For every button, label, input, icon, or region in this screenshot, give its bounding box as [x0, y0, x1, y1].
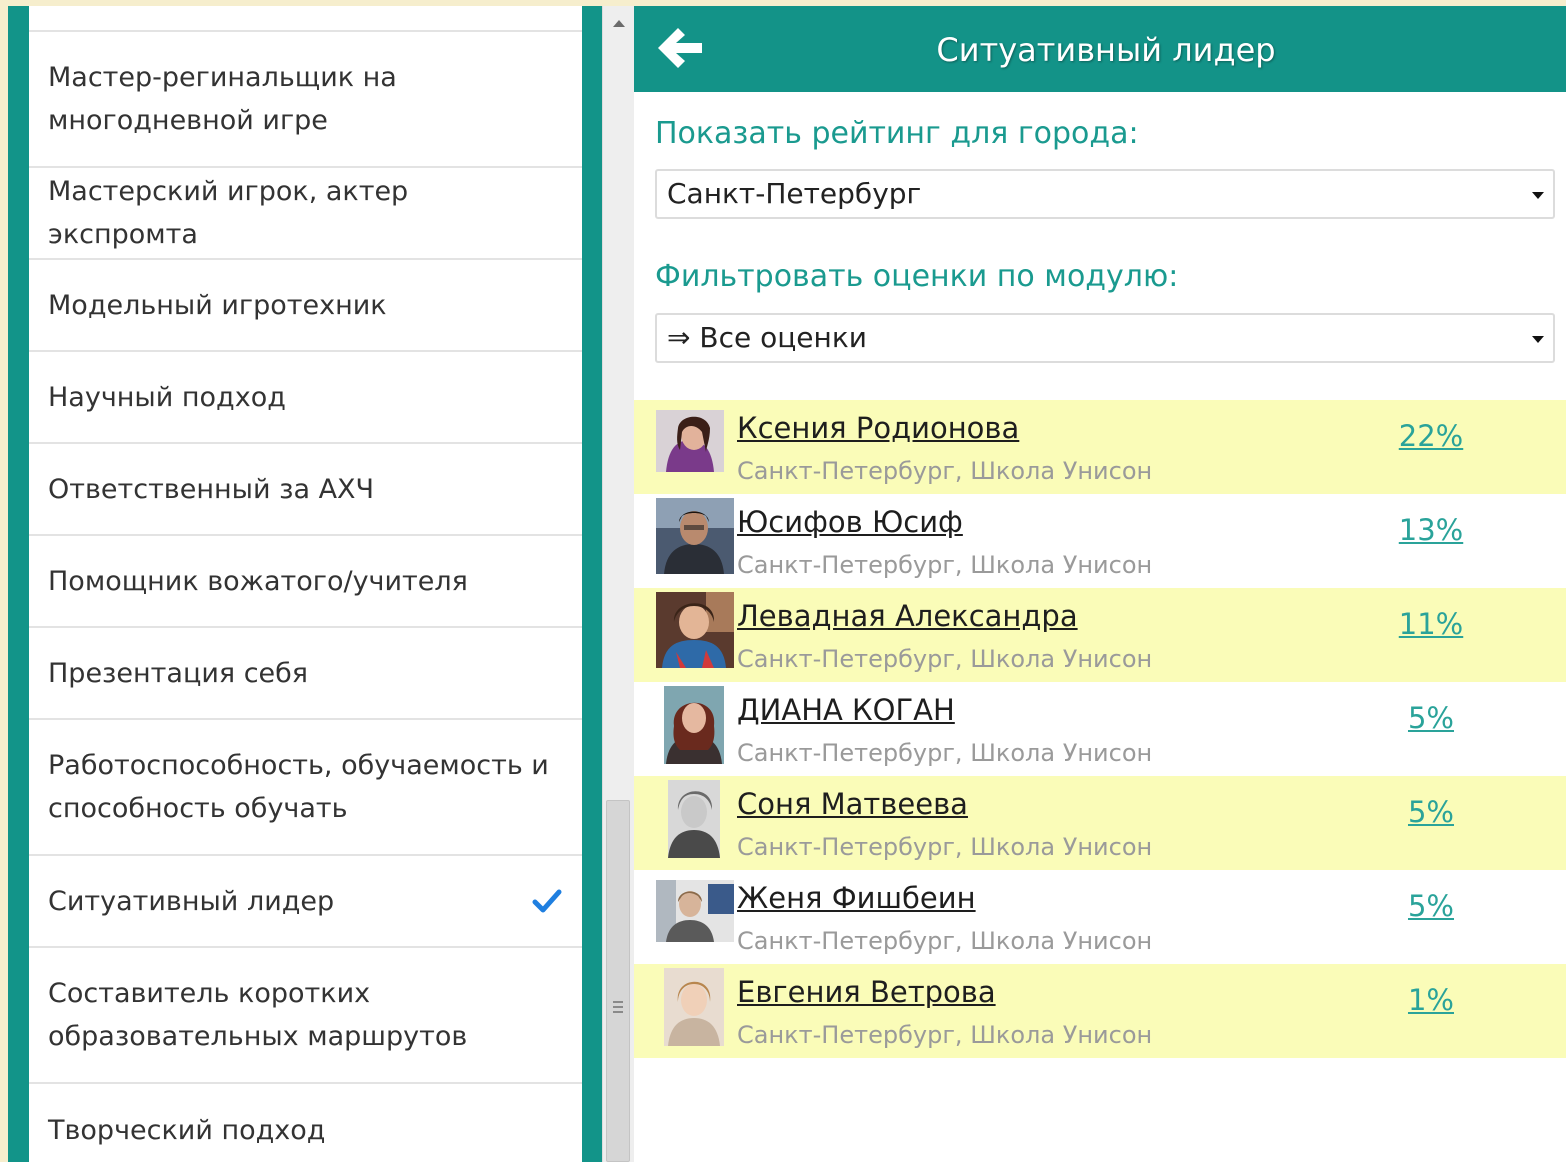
sidebar-item-label: Помощник вожатого/учителя — [48, 565, 468, 597]
person-name-link[interactable]: Юсифов Юсиф — [737, 504, 963, 540]
caret-down-icon — [1532, 192, 1544, 199]
rating-row: Евгения Ветрова Санкт-Петербург, Школа У… — [634, 964, 1566, 1058]
rating-list: Ксения Родионова Санкт-Петербург, Школа … — [634, 400, 1566, 1058]
sidebar-item-assistant[interactable]: Помощник вожатого/учителя — [29, 536, 582, 628]
city-select-value: Санкт-Петербург — [667, 177, 922, 210]
grip-icon — [613, 1001, 623, 1016]
module-select[interactable]: ⇒ Все оценки — [655, 313, 1555, 363]
sidebar-item-self-presentation[interactable]: Презентация себя — [29, 628, 582, 720]
sidebar-item-label: Ответственный за АХЧ — [48, 473, 375, 505]
scrollbar-thumb[interactable] — [606, 800, 630, 1162]
sidebar-item-label: Ситуативный лидер — [48, 885, 335, 917]
sidebar-list: Мастер-регинальщик на многодневной игре … — [29, 6, 582, 1162]
person-city: Санкт-Петербург, Школа Унисон — [737, 551, 1153, 579]
person-name-link[interactable]: Соня Матвеева — [737, 786, 968, 822]
page-header: Ситуативный лидер — [634, 6, 1566, 92]
person-city: Санкт-Петербург, Школа Унисон — [737, 833, 1153, 861]
rating-panel: Ситуативный лидер Показать рейтинг для г… — [634, 6, 1566, 1162]
person-name-link[interactable]: Евгения Ветрова — [737, 974, 996, 1010]
person-city: Санкт-Петербург, Школа Унисон — [737, 457, 1153, 485]
rating-row: Женя Фишбеин Санкт-Петербург, Школа Унис… — [634, 870, 1566, 964]
sidebar-item-scientific[interactable]: Научный подход — [29, 352, 582, 444]
person-name-link[interactable]: Ксения Родионова — [737, 410, 1019, 446]
sidebar-item-creative[interactable]: Творческий подход — [29, 1084, 582, 1162]
score-link[interactable]: 11% — [1374, 606, 1488, 642]
score-link[interactable]: 22% — [1374, 418, 1488, 454]
rating-row: Ксения Родионова Санкт-Петербург, Школа … — [634, 400, 1566, 494]
sidebar-item-label: Презентация себя — [48, 657, 309, 689]
avatar — [668, 780, 720, 858]
person-name-link[interactable]: Женя Фишбеин — [737, 880, 976, 916]
avatar — [656, 880, 734, 942]
score-link[interactable]: 1% — [1374, 982, 1488, 1018]
sidebar-item-label: Модельный игротехник — [48, 289, 387, 321]
person-city: Санкт-Петербург, Школа Унисон — [737, 645, 1153, 673]
sidebar-item-label: Научный подход — [48, 381, 286, 413]
person-city: Санкт-Петербург, Школа Унисон — [737, 1021, 1153, 1049]
sidebar-item-model-gametech[interactable]: Модельный игротехник — [29, 260, 582, 352]
avatar — [664, 968, 724, 1046]
rating-row: Соня Матвеева Санкт-Петербург, Школа Уни… — [634, 776, 1566, 870]
rating-row: Левадная Александра Санкт-Петербург, Шко… — [634, 588, 1566, 682]
sidebar-item-master-player[interactable]: Мастерский игрок, актер экспромта — [29, 168, 582, 260]
sidebar-item-situational-leader[interactable]: Ситуативный лидер — [29, 856, 582, 948]
module-filter-label: Фильтровать оценки по модулю: — [655, 259, 1179, 294]
score-link[interactable]: 5% — [1374, 794, 1488, 830]
score-link[interactable]: 13% — [1374, 512, 1488, 548]
sidebar-item-label: Мастер-регинальщик на многодневной игре — [48, 62, 397, 136]
module-select-value: ⇒ Все оценки — [667, 321, 867, 354]
person-name-link[interactable]: Левадная Александра — [737, 598, 1078, 634]
person-city: Санкт-Петербург, Школа Унисон — [737, 739, 1153, 767]
score-link[interactable]: 5% — [1374, 700, 1488, 736]
sidebar-item-label: Мастерский игрок, актер экспромта — [48, 176, 409, 250]
avatar — [664, 686, 724, 764]
sidebar-scrollbar[interactable] — [602, 6, 634, 1162]
rating-row: Юсифов Юсиф Санкт-Петербург, Школа Унисо… — [634, 494, 1566, 588]
city-filter-label: Показать рейтинг для города: — [655, 116, 1139, 151]
rating-row: ДИАНА КОГАН Санкт-Петербург, Школа Унисо… — [634, 682, 1566, 776]
sidebar-item-label: Составитель коротких образовательных мар… — [48, 978, 468, 1052]
city-select[interactable]: Санкт-Петербург — [655, 169, 1555, 219]
score-link[interactable]: 5% — [1374, 888, 1488, 924]
sidebar-item-master-regional[interactable]: Мастер-регинальщик на многодневной игре — [29, 32, 582, 168]
page-title: Ситуативный лидер — [936, 31, 1276, 69]
sidebar-item-workability[interactable]: Работоспособность, обучаемость и способн… — [29, 720, 582, 856]
sidebar-item-ahch[interactable]: Ответственный за АХЧ — [29, 444, 582, 536]
checkmark-icon — [532, 889, 562, 913]
caret-down-icon — [1532, 336, 1544, 343]
scroll-up-arrow-icon[interactable] — [613, 20, 625, 27]
person-name-link[interactable]: ДИАНА КОГАН — [737, 692, 955, 728]
avatar — [656, 592, 734, 668]
sidebar-item-label: Творческий подход — [48, 1114, 326, 1146]
person-city: Санкт-Петербург, Школа Унисон — [737, 927, 1153, 955]
sidebar-item-label: Работоспособность, обучаемость и способн… — [48, 750, 549, 824]
avatar — [656, 498, 734, 574]
sidebar-item-partial[interactable] — [29, 6, 582, 32]
sidebar-item-route-maker[interactable]: Составитель коротких образовательных мар… — [29, 948, 582, 1084]
avatar — [656, 410, 724, 472]
